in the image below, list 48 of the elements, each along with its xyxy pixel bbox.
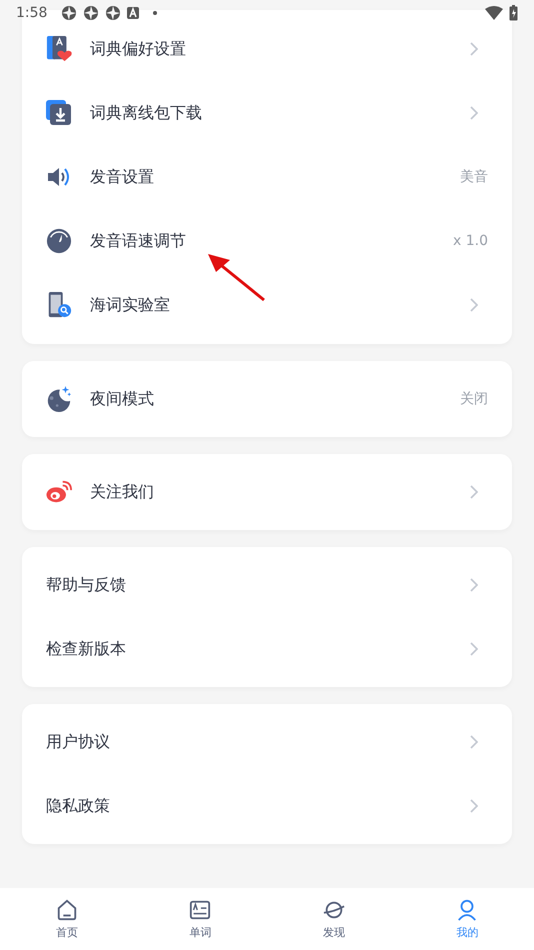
- row-label: 发音设置: [90, 166, 155, 188]
- row-label: 用户协议: [46, 732, 111, 752]
- row-label: 检查新版本: [46, 638, 127, 660]
- chevron-right-icon: [470, 298, 478, 312]
- settings-row[interactable]: 发音设置 美音: [22, 145, 512, 209]
- moon-icon: [46, 386, 72, 412]
- settings-row[interactable]: 夜间模式 关闭: [22, 367, 512, 431]
- settings-row[interactable]: 用户协议: [22, 710, 512, 774]
- download-box-icon: [46, 100, 72, 126]
- chevron-right-icon: [470, 799, 478, 813]
- settings-row[interactable]: 海词实验室: [22, 273, 512, 337]
- row-label: 隐私政策: [46, 796, 111, 816]
- weibo-icon: [46, 479, 72, 505]
- person-icon: [456, 898, 478, 920]
- settings-row[interactable]: 关注我们: [22, 460, 512, 524]
- row-label: 词典离线包下载: [90, 102, 203, 124]
- settings-row[interactable]: 发音语速调节 x 1.0: [22, 209, 512, 273]
- settings-row[interactable]: 隐私政策: [22, 774, 512, 838]
- chevron-right-icon: [470, 106, 478, 120]
- row-label: 关注我们: [90, 482, 155, 502]
- chevron-right-icon: [470, 42, 478, 56]
- chevron-right-icon: [470, 578, 478, 592]
- home-icon: [56, 898, 78, 920]
- row-value: 美音: [460, 168, 488, 186]
- nav-tab[interactable]: 首页: [0, 888, 134, 950]
- word-card-icon: [189, 898, 212, 920]
- phone-search-icon: [46, 292, 72, 318]
- speedometer-icon: [46, 228, 72, 254]
- row-label: 海词实验室: [90, 294, 171, 316]
- row-value: 关闭: [460, 390, 488, 408]
- row-label: 帮助与反馈: [46, 574, 127, 596]
- row-label: 夜间模式: [90, 388, 155, 410]
- nav-tab[interactable]: 单词: [134, 888, 267, 950]
- dot-icon: [153, 11, 158, 15]
- nav-tab[interactable]: 发现: [267, 888, 400, 950]
- settings-row[interactable]: 检查新版本: [22, 617, 512, 681]
- annotation-arrow: [208, 254, 268, 304]
- nav-tab[interactable]: 我的: [400, 888, 534, 950]
- chevron-right-icon: [470, 642, 478, 656]
- book-heart-icon: [46, 36, 72, 62]
- row-label: 发音语速调节: [90, 230, 187, 252]
- row-value: x 1.0: [453, 233, 488, 249]
- chevron-right-icon: [470, 735, 478, 749]
- chevron-right-icon: [470, 485, 478, 499]
- wifi-icon: [485, 6, 503, 20]
- settings-row[interactable]: 词典离线包下载: [22, 81, 512, 145]
- row-label: 词典偏好设置: [90, 38, 187, 60]
- settings-row[interactable]: 帮助与反馈: [22, 553, 512, 617]
